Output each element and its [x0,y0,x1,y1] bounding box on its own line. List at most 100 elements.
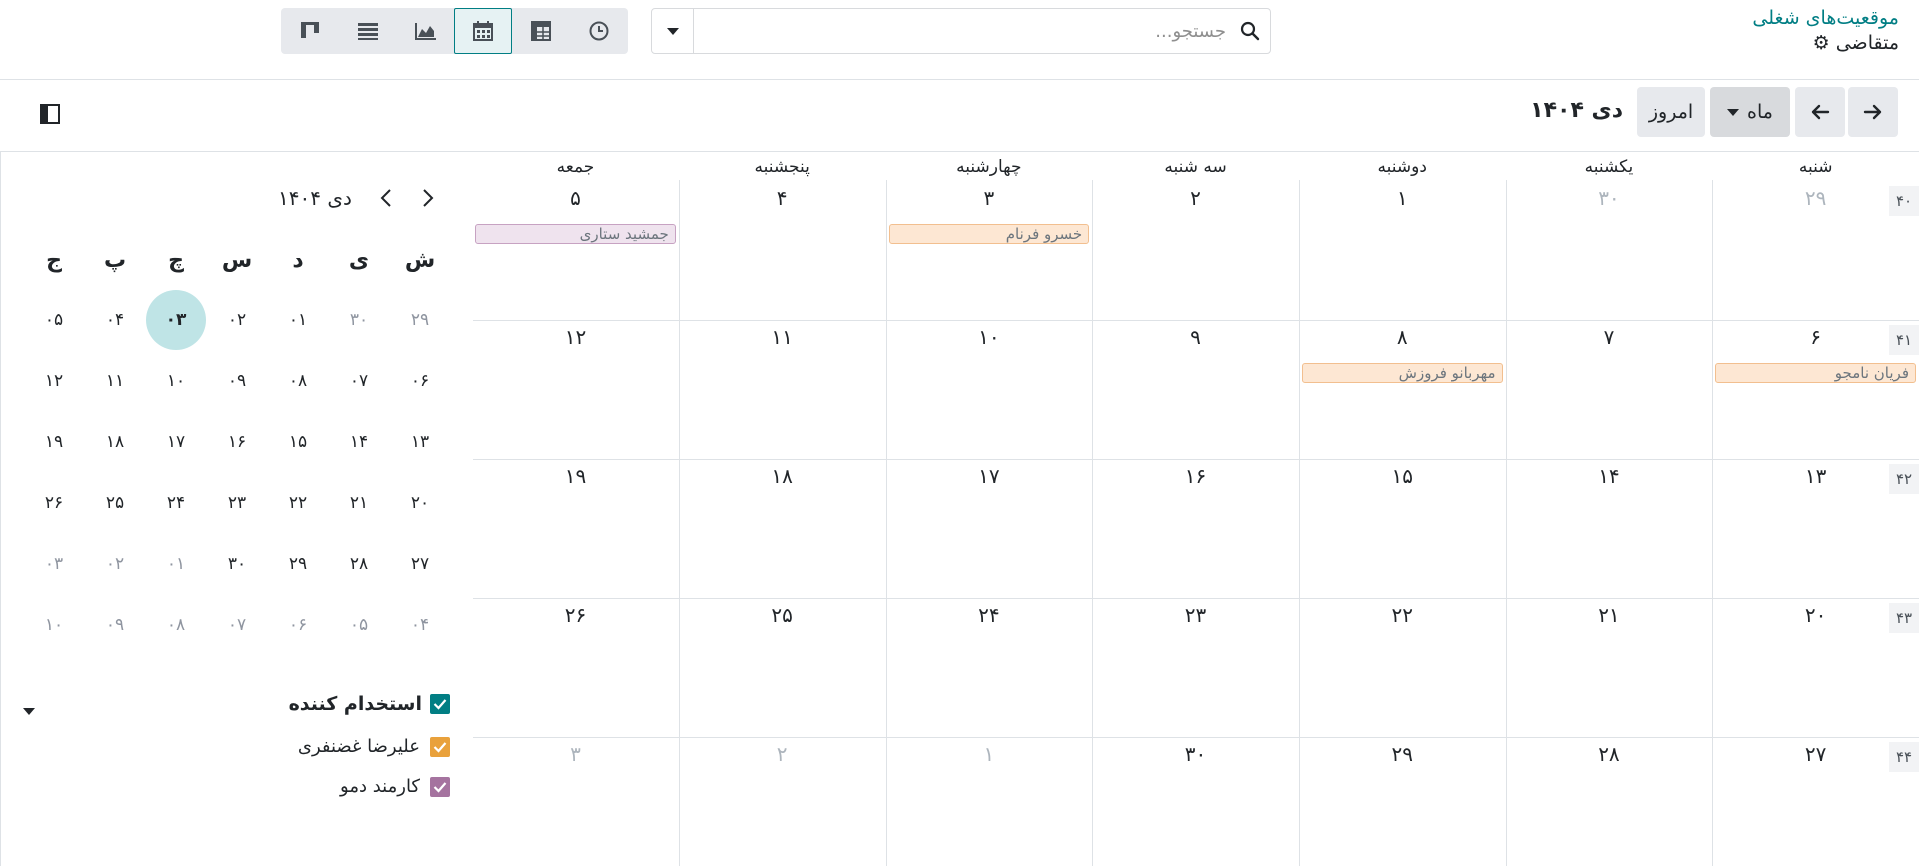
filter-checkbox[interactable] [430,776,450,797]
mini-day[interactable]: ۰۲ [207,290,267,350]
mini-day[interactable]: ۲۹ [390,290,450,350]
day-number[interactable]: ۳ [472,742,679,766]
day-number[interactable]: ۱۶ [1092,464,1299,488]
mini-day[interactable]: ۱۵ [268,412,328,472]
mini-day[interactable]: ۲۲ [268,473,328,533]
day-number[interactable]: ۱۰ [886,325,1093,349]
mini-day[interactable]: ۱۷ [146,412,206,472]
day-number[interactable]: ۱۱ [679,325,886,349]
breadcrumb-parent-link[interactable]: موقعیت‌های شغلی [1752,6,1899,30]
mini-day[interactable]: ۰۷ [329,351,389,411]
day-number[interactable]: ۲۰ [1712,603,1919,627]
day-number[interactable]: ۲ [1092,186,1299,210]
mini-day[interactable]: ۲۸ [329,534,389,594]
day-number[interactable]: ۲۵ [679,603,886,627]
mini-calendar-prev-button[interactable] [412,182,444,214]
filter-section-header[interactable]: استخدام کننده [289,693,450,715]
day-number[interactable]: ۱۷ [886,464,1093,488]
mini-day[interactable]: ۱۰ [24,595,84,655]
scale-dropdown[interactable]: ماه [1710,87,1790,137]
mini-day[interactable]: ۰۴ [85,290,145,350]
mini-day[interactable]: ۲۹ [268,534,328,594]
mini-day[interactable]: ۰۷ [207,595,267,655]
day-number[interactable]: ۲۶ [472,603,679,627]
mini-day[interactable]: ۰۹ [85,595,145,655]
mini-day[interactable]: ۲۳ [207,473,267,533]
filter-item[interactable]: علیرضا غضنفری [298,736,450,757]
day-number[interactable]: ۲۳ [1092,603,1299,627]
day-number[interactable]: ۱۸ [679,464,886,488]
calendar-view-button[interactable] [454,8,513,54]
today-button[interactable]: امروز [1637,87,1705,137]
mini-day[interactable]: ۰۱ [146,534,206,594]
day-number[interactable]: ۴ [679,186,886,210]
mini-day[interactable]: ۲۵ [85,473,145,533]
gear-icon[interactable]: ⚙ [1813,30,1830,56]
filter-item[interactable]: کارمند دمو [340,776,450,797]
next-period-button[interactable] [1795,87,1845,137]
mini-day[interactable]: ۱۸ [85,412,145,472]
activity-view-button[interactable] [570,8,628,54]
filter-collapse-toggle[interactable] [23,700,35,720]
day-number[interactable]: ۸ [1299,325,1506,349]
pivot-view-button[interactable] [512,8,570,54]
kanban-view-button[interactable] [281,8,339,54]
day-number[interactable]: ۲۹ [1712,186,1919,210]
day-number[interactable]: ۲۹ [1299,742,1506,766]
day-number[interactable]: ۲۴ [886,603,1093,627]
mini-day[interactable]: ۱۶ [207,412,267,472]
mini-day[interactable]: ۰۱ [268,290,328,350]
calendar-event[interactable]: خسرو فرنام [888,224,1090,244]
mini-day[interactable]: ۱۰ [146,351,206,411]
mini-day[interactable]: ۲۰ [390,473,450,533]
mini-day[interactable]: ۲۴ [146,473,206,533]
day-number[interactable]: ۲۱ [1506,603,1713,627]
day-number[interactable]: ۳۰ [1092,742,1299,766]
mini-day[interactable]: ۰۴ [390,595,450,655]
mini-day[interactable]: ۰۹ [207,351,267,411]
mini-day[interactable]: ۱۱ [85,351,145,411]
graph-view-button[interactable] [397,8,455,54]
day-number[interactable]: ۱۹ [472,464,679,488]
mini-day[interactable]: ۰۲ [85,534,145,594]
day-number[interactable]: ۲۲ [1299,603,1506,627]
search-input[interactable] [694,9,1230,53]
mini-day[interactable]: ۱۴ [329,412,389,472]
day-number[interactable]: ۲ [679,742,886,766]
day-number[interactable]: ۱۴ [1506,464,1713,488]
day-number[interactable]: ۱۵ [1299,464,1506,488]
mini-day-today[interactable]: ۰۳ [146,290,206,350]
mini-day[interactable]: ۰۶ [268,595,328,655]
day-number[interactable]: ۱۲ [472,325,679,349]
search-options-toggle[interactable] [652,9,694,53]
mini-day[interactable]: ۲۶ [24,473,84,533]
day-number[interactable]: ۱ [886,742,1093,766]
mini-day[interactable]: ۳۰ [329,290,389,350]
calendar-event[interactable]: جمشید ستاری [475,224,676,244]
mini-day[interactable]: ۳۰ [207,534,267,594]
mini-day[interactable]: ۰۵ [24,290,84,350]
day-number[interactable]: ۵ [472,186,679,210]
mini-day[interactable]: ۲۱ [329,473,389,533]
search-icon[interactable] [1230,9,1270,53]
calendar-event[interactable]: فریان نامجو [1715,363,1916,383]
day-number[interactable]: ۳۰ [1506,186,1713,210]
previous-period-button[interactable] [1848,87,1898,137]
mini-calendar-next-button[interactable] [370,182,402,214]
mini-day[interactable]: ۰۶ [390,351,450,411]
list-view-button[interactable] [339,8,397,54]
day-number[interactable]: ۹ [1092,325,1299,349]
day-number[interactable]: ۱۳ [1712,464,1919,488]
mini-day[interactable]: ۰۸ [268,351,328,411]
mini-day[interactable]: ۰۳ [24,534,84,594]
mini-day[interactable]: ۰۸ [146,595,206,655]
day-number[interactable]: ۲۸ [1506,742,1713,766]
mini-day[interactable]: ۱۳ [390,412,450,472]
calendar-event[interactable]: مهربانو فروزش [1301,363,1503,383]
day-number[interactable]: ۳ [886,186,1093,210]
mini-day[interactable]: ۰۵ [329,595,389,655]
day-number[interactable]: ۷ [1506,325,1713,349]
day-number[interactable]: ۶ [1712,325,1919,349]
mini-day[interactable]: ۱۲ [24,351,84,411]
mini-day[interactable]: ۱۹ [24,412,84,472]
